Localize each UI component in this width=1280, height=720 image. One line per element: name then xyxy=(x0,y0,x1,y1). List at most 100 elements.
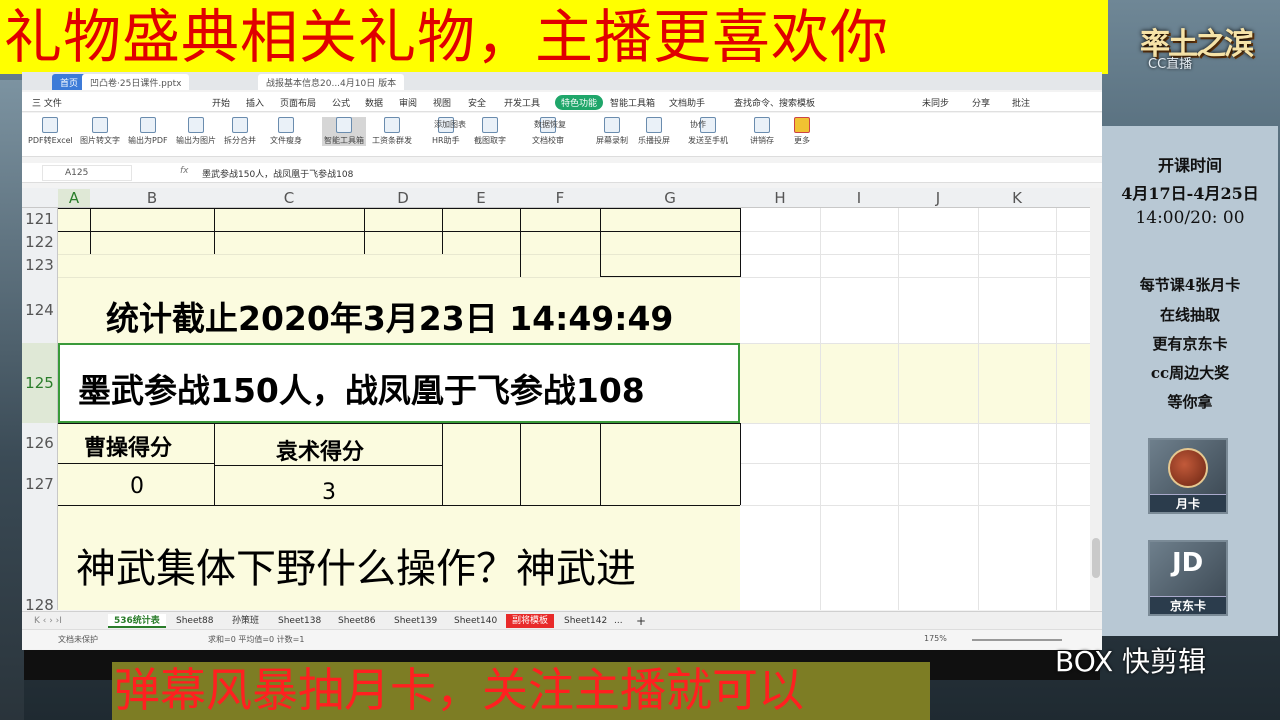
tool-pdf-to-excel[interactable]: PDF转Excel xyxy=(28,117,73,146)
tool-screen-record[interactable]: 屏幕录制 xyxy=(596,117,628,146)
col-header-j[interactable]: J xyxy=(898,189,978,207)
tool-file-slim[interactable]: 文件瘦身 xyxy=(270,117,302,146)
tool-more[interactable]: 更多 xyxy=(794,117,810,146)
tool-add-chart[interactable]: 添加图表 xyxy=(434,119,466,130)
record-icon xyxy=(604,117,620,133)
sheet-tab-6[interactable]: Sheet139 xyxy=(388,614,443,628)
course-title: 开课时间 xyxy=(1157,156,1222,175)
menu-review[interactable]: 审阅 xyxy=(399,96,417,109)
menu-insert[interactable]: 插入 xyxy=(246,96,264,109)
menu-dev[interactable]: 开发工具 xyxy=(504,96,540,109)
col-header-k[interactable]: K xyxy=(978,189,1056,207)
menu-comment[interactable]: 批注 xyxy=(1012,96,1030,109)
sheet-tab-8[interactable]: 副将模板 xyxy=(506,614,555,628)
tool-export-pdf[interactable]: 输出为PDF xyxy=(128,117,168,146)
col-header-b[interactable]: B xyxy=(90,189,214,207)
col-header-f[interactable]: F xyxy=(520,189,600,207)
sheet-tab-4[interactable]: Sheet138 xyxy=(272,614,327,628)
menu-features[interactable]: 特色功能 xyxy=(555,95,604,110)
menu-data[interactable]: 数据 xyxy=(365,96,383,109)
vertical-scrollbar[interactable] xyxy=(1090,188,1102,610)
logo-sub: CC直播 xyxy=(1148,57,1193,72)
sheet-tab-9[interactable]: Sheet142 xyxy=(558,614,613,628)
tool-data-recovery[interactable]: 数据恢复 xyxy=(534,119,566,130)
promo-line-2: 在线抽取 xyxy=(1159,306,1220,324)
row-header-122[interactable]: 122 xyxy=(22,231,58,254)
sheet-tab-2[interactable]: Sheet88 xyxy=(170,614,219,628)
sheet-tab-7[interactable]: Sheet140 xyxy=(448,614,503,628)
menu-formula[interactable]: 公式 xyxy=(332,96,350,109)
tab-xlsx[interactable]: 战报基本信息20...4月10日 版本 xyxy=(258,74,405,90)
tool-inventory[interactable]: 讲销存 xyxy=(750,117,774,146)
scroll-thumb[interactable] xyxy=(1092,538,1100,578)
col-header-d[interactable]: D xyxy=(364,189,442,207)
promo-line-3: 更有京东卡 xyxy=(1152,335,1228,353)
row-header-123[interactable]: 123 xyxy=(22,254,58,277)
yellow-fill-row125 xyxy=(740,343,1090,423)
cell-yuanshu-score-label[interactable]: 袁术得分 xyxy=(276,434,364,466)
cell-participation-summary[interactable]: 墨武参战150人，战凤凰于飞参战108 xyxy=(78,364,645,412)
monthly-card-label: 月卡 xyxy=(1150,494,1226,512)
cell-question[interactable]: 神武集体下野什么操作？神武进 xyxy=(76,536,636,594)
col-header-g[interactable]: G xyxy=(600,189,740,207)
split-icon xyxy=(232,117,248,133)
tool-export-image[interactable]: 输出为图片 xyxy=(176,117,216,146)
zoom-slider[interactable] xyxy=(972,639,1062,641)
sheet-tab-3[interactable]: 孙策班 xyxy=(226,614,265,628)
col-header-e[interactable]: E xyxy=(442,189,520,207)
sheet-nav-arrows-icon[interactable]: K ‹ › ›I xyxy=(28,614,68,628)
row-header-126[interactable]: 126 xyxy=(22,423,58,463)
menu-start[interactable]: 开始 xyxy=(212,96,230,109)
row-header-127[interactable]: 127 xyxy=(22,463,58,505)
formula-input[interactable]: 墨武参战150人，战凤凰于飞参战108 xyxy=(202,167,353,180)
row-header-124[interactable]: 124 xyxy=(22,277,58,343)
add-sheet-icon[interactable]: + xyxy=(630,614,652,628)
background-left-edge xyxy=(0,80,24,720)
stream-logo: 率土之滨 CC直播 xyxy=(1112,8,1280,74)
sheet-tab-more[interactable]: ... xyxy=(608,614,629,628)
tool-image-to-text[interactable]: 图片转文字 xyxy=(80,117,120,146)
col-header-h[interactable]: H xyxy=(740,189,820,207)
tool-split-merge[interactable]: 拆分合并 xyxy=(224,117,256,146)
cell-yuanshu-score[interactable]: 3 xyxy=(322,480,336,505)
inventory-icon xyxy=(754,117,770,133)
sheet-tab-1[interactable]: 536统计表 xyxy=(108,614,166,628)
cell-caocao-score[interactable]: 0 xyxy=(130,474,144,499)
formula-bar: A125 fx 墨武参战150人，战凤凰于飞参战108 xyxy=(22,163,1102,183)
image-text-icon xyxy=(92,117,108,133)
sheet-grid[interactable]: 统计截止2020年3月23日 14:49:49 墨武参战150人，战凤凰于飞参战… xyxy=(58,208,1090,610)
row-header-121[interactable]: 121 xyxy=(22,208,58,231)
menu-security[interactable]: 安全 xyxy=(468,96,486,109)
fx-icon[interactable]: fx xyxy=(180,166,189,176)
col-header-a[interactable]: A xyxy=(58,189,90,207)
cell-caocao-score-label[interactable]: 曹操得分 xyxy=(84,430,172,462)
tool-smart-toolbox[interactable]: 智能工具箱 xyxy=(322,117,366,146)
jd-logo: JD xyxy=(1172,548,1204,578)
menu-smart[interactable]: 智能工具箱 xyxy=(610,96,655,109)
tool-screenshot-text[interactable]: 截图取字 xyxy=(474,117,506,146)
menu-assistant[interactable]: 文档助手 xyxy=(669,96,705,109)
sheet-tab-5[interactable]: Sheet86 xyxy=(332,614,381,628)
tab-pptx[interactable]: 凹凸卷·25日课件.pptx xyxy=(82,74,190,90)
col-header-c[interactable]: C xyxy=(214,189,364,207)
menu-sync[interactable]: 未同步 xyxy=(922,96,949,109)
col-header-i[interactable]: I xyxy=(820,189,898,207)
menu-view[interactable]: 视图 xyxy=(433,96,451,109)
top-banner: 礼物盛典相关礼物，主播更喜欢你 xyxy=(0,0,1108,74)
menu-layout[interactable]: 页面布局 xyxy=(280,96,316,109)
row-header-128[interactable]: 128 xyxy=(22,505,58,614)
menu-file[interactable]: 三 文件 xyxy=(32,96,62,109)
doc-protect-status[interactable]: 文档未保护 xyxy=(58,634,98,645)
tool-collab[interactable]: 协作 xyxy=(690,119,706,130)
column-headers: A B C D E F G H I J K xyxy=(22,188,1090,208)
tab-home[interactable]: 首页 xyxy=(52,74,87,90)
row-header-125[interactable]: 125 xyxy=(22,343,58,423)
tool-cast[interactable]: 乐播投屏 xyxy=(638,117,670,146)
menu-share[interactable]: 分享 xyxy=(972,96,990,109)
monthly-card-image xyxy=(1150,440,1226,494)
cell-statistics-deadline[interactable]: 统计截止2020年3月23日 14:49:49 xyxy=(106,292,673,340)
menu-search[interactable]: 查找命令、搜索模板 xyxy=(734,96,815,109)
zoom-level[interactable]: 175% xyxy=(924,634,947,643)
name-box[interactable]: A125 xyxy=(42,165,132,181)
tool-payslip[interactable]: 工资条群发 xyxy=(372,117,412,146)
